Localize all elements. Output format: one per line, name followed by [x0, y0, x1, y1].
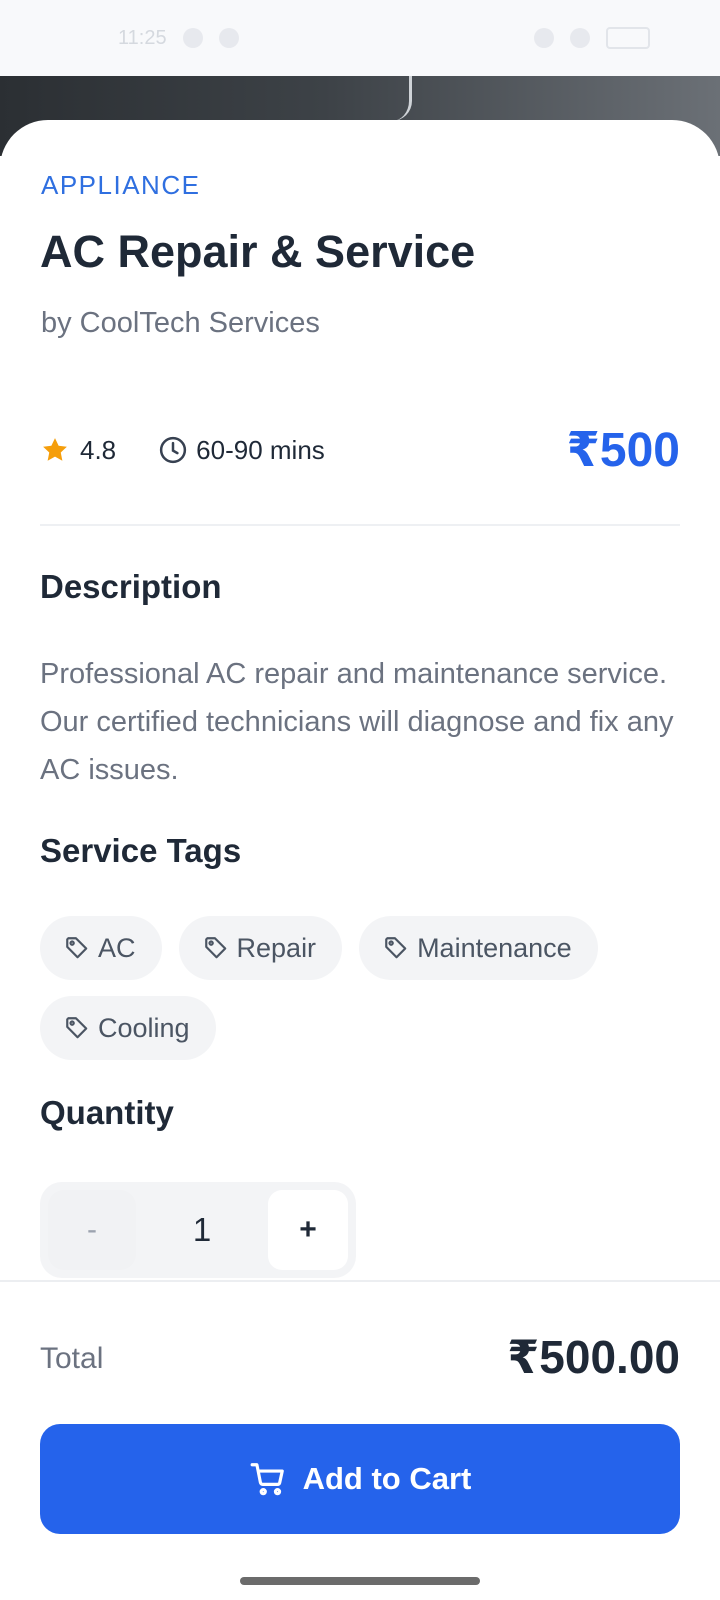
tag-icon	[66, 1017, 88, 1039]
battery-icon	[606, 27, 650, 49]
wifi-icon	[534, 28, 554, 48]
quantity-heading: Quantity	[40, 1094, 174, 1131]
status-time: 11:25	[118, 26, 167, 49]
tag-chip-repair[interactable]: Repair	[178, 916, 343, 980]
service-title: AC Repair & Service	[40, 226, 476, 277]
notification-icon	[182, 28, 203, 48]
service-duration: 60-90 mins	[196, 434, 325, 465]
status-bar-left: 11:25	[118, 27, 239, 50]
hero-image-detail	[392, 76, 412, 121]
star-icon	[43, 438, 67, 461]
clock-icon	[160, 436, 187, 464]
service-meta-row: 4.8 60-90 mins ₹500	[40, 418, 680, 482]
cart-icon	[250, 1463, 284, 1496]
status-bar-right	[534, 27, 650, 49]
quantity-value: 1	[192, 1211, 212, 1248]
service-tags-heading: Service Tags	[40, 832, 242, 869]
tag-label: Repair	[236, 932, 317, 963]
tag-label: AC	[98, 932, 136, 963]
quantity-increase-button[interactable]: +	[268, 1190, 348, 1270]
service-price: ₹500	[566, 424, 680, 477]
tag-label: Maintenance	[417, 932, 572, 963]
service-tags-list: AC Repair Maintenance Cooling	[40, 916, 680, 1060]
add-to-cart-label: Add to Cart	[302, 1461, 472, 1496]
signal-icon	[570, 28, 590, 48]
tag-label: Cooling	[98, 1012, 190, 1043]
total-label: Total	[40, 1342, 104, 1375]
description-heading: Description	[40, 568, 222, 605]
home-indicator[interactable]	[240, 1577, 480, 1585]
tag-icon	[385, 937, 407, 959]
tag-chip-ac[interactable]: AC	[40, 916, 162, 980]
status-bar: 11:25	[0, 0, 720, 76]
service-category: APPLIANCE	[41, 170, 201, 200]
quantity-stepper: - 1 +	[40, 1182, 356, 1278]
description-text: Professional AC repair and maintenance s…	[40, 658, 674, 786]
tag-chip-maintenance[interactable]: Maintenance	[359, 916, 598, 980]
tag-icon	[66, 937, 88, 959]
total-value: ₹500.00	[507, 1331, 680, 1383]
service-provider: by CoolTech Services	[41, 307, 320, 339]
tag-icon	[204, 937, 226, 959]
divider	[40, 524, 680, 526]
service-rating: 4.8	[80, 434, 117, 465]
tag-chip-cooling[interactable]: Cooling	[40, 996, 216, 1060]
add-to-cart-button[interactable]: Add to Cart	[40, 1424, 680, 1534]
notification-icon	[218, 28, 239, 48]
quantity-decrease-button[interactable]: -	[48, 1190, 136, 1270]
